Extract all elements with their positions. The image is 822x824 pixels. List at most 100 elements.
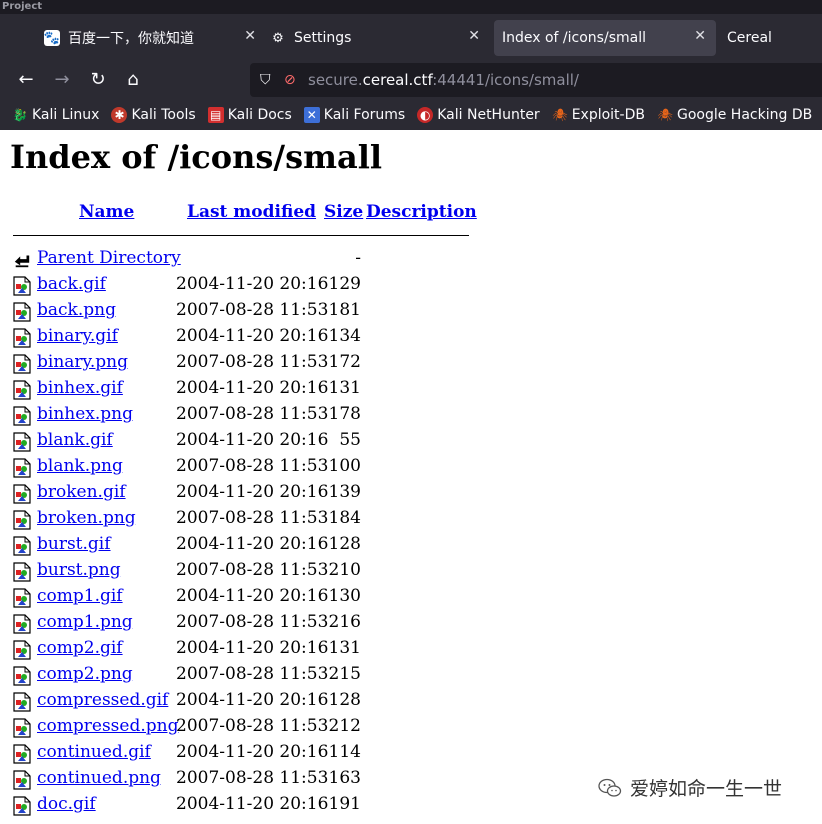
nav-bar: ← → ↻ ⌂ ⛉ ⊘ secure.cereal.ctf:44441/icon…: [0, 60, 822, 100]
close-icon[interactable]: ✕: [468, 28, 480, 44]
image-file-icon: [13, 692, 31, 712]
reload-icon[interactable]: ↻: [86, 68, 110, 92]
gear-icon: ⚙: [272, 30, 284, 46]
table-row: compressed.gif 2004-11-20 20:16 128: [0, 689, 500, 715]
forward-arrow-icon[interactable]: →: [50, 68, 74, 92]
table-row: comp1.png 2007-08-28 11:53 216: [0, 611, 500, 637]
file-link[interactable]: comp1.gif: [37, 586, 123, 606]
tab-strip: 🐾 百度一下，你就知道 ✕ ⚙ Settings ✕ Index of /ico…: [0, 14, 822, 60]
insecure-lock-icon[interactable]: ⊘: [284, 72, 298, 88]
image-file-icon: [13, 640, 31, 660]
url-bar[interactable]: ⛉ ⊘ secure.cereal.ctf:44441/icons/small/: [250, 63, 822, 97]
kali-forums-icon: ✕: [303, 107, 320, 123]
file-link[interactable]: back.gif: [37, 274, 106, 294]
last-modified: 2004-11-20 20:16: [176, 794, 329, 814]
bookmark-kali-linux[interactable]: 🐉 Kali Linux: [12, 107, 100, 123]
file-size: 216: [328, 612, 361, 632]
nethunter-icon: ◐: [417, 107, 434, 123]
table-row: binary.gif 2004-11-20 20:16 134: [0, 325, 500, 351]
table-row: back.png 2007-08-28 11:53 181: [0, 299, 500, 325]
file-link[interactable]: binhex.gif: [37, 378, 123, 398]
image-file-icon: [13, 718, 31, 738]
file-link[interactable]: burst.png: [37, 560, 121, 580]
bookmark-google-hacking-db[interactable]: 🕷 Google Hacking DB: [657, 107, 812, 123]
bookmark-kali-forums[interactable]: ✕ Kali Forums: [303, 107, 405, 123]
tab-index-of-icons-small[interactable]: Index of /icons/small ✕: [494, 20, 716, 56]
last-modified: 2007-08-28 11:53: [176, 508, 329, 528]
file-link[interactable]: broken.png: [37, 508, 136, 528]
table-row: compressed.png 2007-08-28 11:53 212: [0, 715, 500, 741]
table-row: comp2.gif 2004-11-20 20:16 131: [0, 637, 500, 663]
file-link[interactable]: comp2.gif: [37, 638, 123, 658]
tab-cereal[interactable]: Cereal: [727, 20, 822, 56]
image-file-icon: [13, 666, 31, 686]
image-file-icon: [13, 354, 31, 374]
close-icon[interactable]: ✕: [244, 28, 256, 44]
last-modified: 2004-11-20 20:16: [176, 742, 329, 762]
close-icon[interactable]: ✕: [694, 28, 706, 44]
image-file-icon: [13, 328, 31, 348]
column-header-size[interactable]: Size: [324, 202, 363, 222]
file-link[interactable]: continued.png: [37, 768, 161, 788]
image-file-icon: [13, 484, 31, 504]
tab-settings[interactable]: ⚙ Settings ✕: [270, 20, 490, 56]
file-link[interactable]: comp2.png: [37, 664, 133, 684]
column-header-last-modified[interactable]: Last modified: [187, 202, 316, 222]
last-modified: 2004-11-20 20:16: [176, 690, 329, 710]
bookmark-kali-docs[interactable]: ▤ Kali Docs: [207, 107, 292, 123]
bookmark-exploit-db[interactable]: 🕷 Exploit-DB: [552, 107, 645, 123]
file-size: 128: [328, 534, 361, 554]
last-modified: 2004-11-20 20:16: [176, 378, 329, 398]
last-modified: 2004-11-20 20:16: [176, 326, 329, 346]
file-link[interactable]: binary.png: [37, 352, 128, 372]
last-modified: 2004-11-20 20:16: [176, 274, 329, 294]
image-file-icon: [13, 770, 31, 790]
table-row: binary.png 2007-08-28 11:53 172: [0, 351, 500, 377]
file-size: 212: [328, 716, 361, 736]
file-link[interactable]: broken.gif: [37, 482, 126, 502]
table-row: continued.png 2007-08-28 11:53 163: [0, 767, 500, 793]
file-link[interactable]: back.png: [37, 300, 116, 320]
column-header-name[interactable]: Name: [79, 202, 134, 222]
last-modified: 2007-08-28 11:53: [176, 404, 329, 424]
tab-label: Cereal: [727, 30, 772, 46]
last-modified: 2007-08-28 11:53: [176, 768, 329, 788]
file-link[interactable]: continued.gif: [37, 742, 151, 762]
exploit-db-icon: 🕷: [552, 108, 568, 122]
file-link[interactable]: blank.png: [37, 456, 123, 476]
file-link[interactable]: compressed.png: [37, 716, 178, 736]
image-file-icon: [13, 406, 31, 426]
parent-directory-link[interactable]: Parent Directory: [37, 248, 181, 268]
home-icon[interactable]: ⌂: [121, 68, 145, 92]
table-row: continued.gif 2004-11-20 20:16 114: [0, 741, 500, 767]
shield-icon[interactable]: ⛉: [260, 72, 276, 88]
file-link[interactable]: compressed.gif: [37, 690, 168, 710]
last-modified: 2004-11-20 20:16: [176, 586, 329, 606]
file-size: 100: [328, 456, 361, 476]
file-link[interactable]: burst.gif: [37, 534, 111, 554]
file-size: 55: [339, 430, 361, 450]
wechat-logo-icon: [598, 778, 622, 797]
file-size: 131: [328, 378, 361, 398]
file-link[interactable]: comp1.png: [37, 612, 133, 632]
file-link[interactable]: doc.gif: [37, 794, 96, 814]
column-header-description[interactable]: Description: [366, 202, 477, 222]
image-file-icon: [13, 510, 31, 530]
project-bar: Project: [0, 0, 822, 14]
bookmark-kali-nethunter[interactable]: ◐ Kali NetHunter: [417, 107, 540, 123]
bookmark-label: Kali Linux: [32, 107, 100, 123]
file-link[interactable]: blank.gif: [37, 430, 113, 450]
back-arrow-icon[interactable]: ←: [14, 68, 38, 92]
bookmark-kali-tools[interactable]: ✱ Kali Tools: [111, 107, 196, 123]
image-file-icon: [13, 796, 31, 816]
table-row: comp1.gif 2004-11-20 20:16 130: [0, 585, 500, 611]
tab-baidu[interactable]: 🐾 百度一下，你就知道 ✕: [44, 20, 266, 56]
file-size: 215: [328, 664, 361, 684]
last-modified: 2004-11-20 20:16: [176, 482, 329, 502]
table-row: broken.png 2007-08-28 11:53 184: [0, 507, 500, 533]
file-link[interactable]: binhex.png: [37, 404, 133, 424]
last-modified: 2007-08-28 11:53: [176, 560, 329, 580]
tab-label: 百度一下，你就知道: [68, 31, 194, 47]
file-link[interactable]: binary.gif: [37, 326, 118, 346]
url-text[interactable]: secure.cereal.ctf:44441/icons/small/: [308, 71, 579, 89]
